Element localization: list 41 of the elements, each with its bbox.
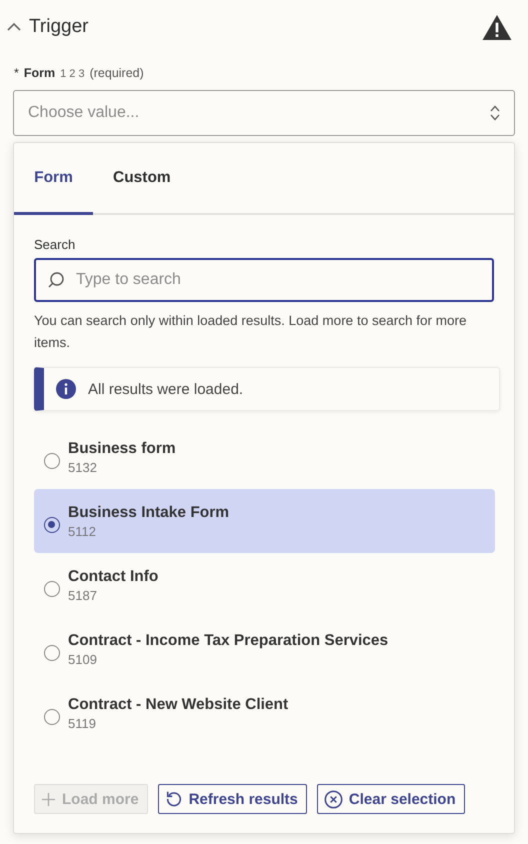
radio-button[interactable] [44, 645, 60, 661]
type-hint: 1 2 3 [60, 68, 85, 80]
option-id: 5132 [68, 460, 98, 474]
option-id: 5109 [68, 652, 98, 666]
clear-button[interactable]: Clear selection [316, 784, 465, 814]
help-text: You can search only within loaded results. Load more to search for more items. [34, 312, 468, 352]
plus-icon [41, 792, 56, 806]
radio-button[interactable] [44, 517, 60, 533]
search-icon [47, 271, 65, 289]
option-name: Business Intake Form [68, 504, 230, 522]
option-item[interactable]: Contract - New Website Client 5119 [34, 681, 495, 745]
radio-button[interactable] [44, 709, 60, 725]
radio-button[interactable] [44, 581, 60, 597]
field-label: Form [24, 66, 56, 80]
option-name: Business form [68, 440, 176, 458]
option-item[interactable]: Business form 5132 [34, 425, 495, 489]
clear-icon [324, 790, 343, 808]
option-item[interactable]: Contract - Income Tax Preparation Services 5109 [34, 617, 495, 681]
option-name: Contract - Income Tax Preparation Services [68, 632, 388, 650]
search-label: Search [34, 237, 76, 252]
option-item[interactable]: Contact Info 5187 [34, 553, 495, 617]
tab[interactable]: Custom [93, 143, 191, 215]
search-field[interactable]: Type to search [34, 258, 494, 302]
option-item[interactable]: Business Intake Form 5112 [34, 489, 495, 553]
radio-button[interactable] [44, 453, 60, 469]
option-name: Contract - New Website Client [68, 696, 288, 714]
sort-icon [490, 105, 500, 121]
section-title: Trigger [29, 16, 90, 38]
info-icon [56, 379, 76, 399]
tab[interactable]: Form [14, 143, 93, 215]
refresh-icon [164, 790, 183, 808]
collapse-toggle[interactable] [7, 23, 21, 31]
option-id: 5112 [68, 524, 97, 538]
refresh-button[interactable]: Refresh results [158, 784, 307, 814]
option-name: Contact Info [68, 568, 158, 586]
chevron-icon [7, 23, 21, 31]
required-note: (required) [90, 66, 144, 80]
option-id: 5187 [68, 588, 98, 602]
required-mark: * [14, 66, 19, 80]
option-id: 5119 [68, 716, 97, 730]
notice-text: All results were loaded. [88, 380, 244, 398]
